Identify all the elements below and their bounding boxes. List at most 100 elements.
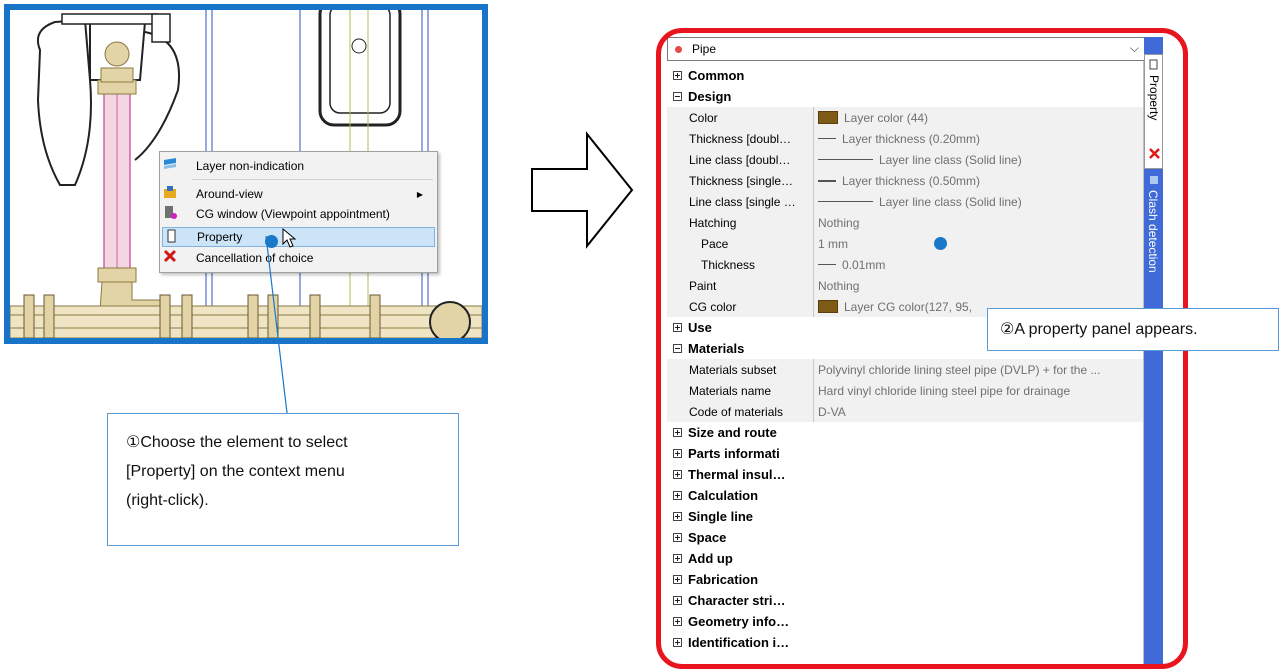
expand-icon[interactable] [673, 554, 682, 563]
property-name: CG color [689, 299, 737, 314]
category-thermal-insulation[interactable]: Thermal insul… [667, 464, 1143, 485]
right-arrow-icon [531, 131, 634, 249]
panel-marker-dot [934, 237, 947, 250]
callout-step-1: ①Choose the element to select [Property]… [107, 413, 459, 546]
property-row-thickness-double[interactable]: Thickness [doubl… Layer thickness (0.20m… [667, 128, 1143, 149]
property-value: Nothing [818, 215, 860, 230]
property-name: Materials name [689, 383, 772, 398]
line-sample [818, 179, 836, 182]
expand-icon[interactable] [673, 575, 682, 584]
expand-icon[interactable] [673, 533, 682, 542]
property-name: Paint [689, 278, 717, 293]
property-name: Thickness [701, 257, 756, 272]
line-sample [818, 138, 836, 139]
property-name: Color [689, 110, 718, 125]
property-row-materials-name[interactable]: Materials name Hard vinyl chloride linin… [667, 380, 1143, 401]
column-divider [813, 107, 814, 317]
category-label: Materials [688, 341, 745, 356]
category-label: Add up [688, 551, 733, 566]
tab-label: Clash detection [1146, 190, 1160, 273]
chevron-down-icon[interactable]: ⌵ [1130, 41, 1139, 56]
property-row-color[interactable]: Color Layer color (44) [667, 107, 1143, 128]
category-label: Use [688, 320, 712, 335]
property-row-lineclass-double[interactable]: Line class [doubl… Layer line class (Sol… [667, 149, 1143, 170]
property-value: 0.01mm [842, 257, 886, 272]
property-name: Hatching [689, 215, 737, 230]
property-name: Line class [single … [689, 194, 796, 209]
category-add-up[interactable]: Add up [667, 548, 1143, 569]
property-name: Code of materials [689, 404, 784, 419]
property-name: Materials subset [689, 362, 777, 377]
category-label: Design [688, 89, 732, 104]
close-icon[interactable] [1148, 147, 1161, 160]
expand-icon[interactable] [673, 512, 682, 521]
expand-icon[interactable] [673, 491, 682, 500]
category-identification-info[interactable]: Identification i… [667, 632, 1143, 653]
category-label: Fabrication [688, 572, 759, 587]
property-row-paint[interactable]: Paint Nothing [667, 275, 1143, 296]
property-name: Pace [701, 236, 729, 251]
category-label: Calculation [688, 488, 759, 503]
property-row-pace[interactable]: Pace 1 mm [667, 233, 1143, 254]
expand-icon[interactable] [673, 323, 682, 332]
expand-icon[interactable] [673, 596, 682, 605]
tab-property[interactable]: Property [1144, 54, 1163, 169]
line-sample [818, 264, 836, 265]
callout-step-2: ②A property panel appears. [987, 308, 1279, 351]
property-value: Nothing [818, 278, 860, 293]
category-label: Single line [688, 509, 754, 524]
color-swatch [818, 111, 838, 124]
category-label: Parts informati [688, 446, 780, 461]
column-divider [813, 359, 814, 422]
category-parts-information[interactable]: Parts informati [667, 443, 1143, 464]
expand-icon[interactable] [673, 638, 682, 647]
property-row-lineclass-single[interactable]: Line class [single … Layer line class (S… [667, 191, 1143, 212]
category-calculation[interactable]: Calculation [667, 485, 1143, 506]
category-character-string[interactable]: Character stri… [667, 590, 1143, 611]
category-size-and-route[interactable]: Size and route [667, 422, 1143, 443]
property-row-code-of-materials[interactable]: Code of materials D-VA [667, 401, 1143, 422]
property-value: Layer thickness (0.50mm) [842, 173, 981, 188]
line-sample [818, 201, 873, 202]
property-row-hatch-thickness[interactable]: Thickness 0.01mm [667, 254, 1143, 275]
property-value: D-VA [818, 404, 846, 419]
property-row-materials-subset[interactable]: Materials subset Polyvinyl chloride lini… [667, 359, 1143, 380]
line-sample [818, 159, 873, 160]
category-common[interactable]: Common [667, 65, 1143, 86]
property-value: Layer line class (Solid line) [879, 152, 1022, 167]
pipe-dot-icon [675, 45, 682, 53]
category-geometry-info[interactable]: Geometry info… [667, 611, 1143, 632]
property-value: Layer CG color(127, 95, [844, 299, 973, 314]
property-row-thickness-single[interactable]: Thickness [single… Layer thickness (0.50… [667, 170, 1143, 191]
category-space[interactable]: Space [667, 527, 1143, 548]
property-value: Layer color (44) [844, 110, 929, 125]
property-value: Layer line class (Solid line) [879, 194, 1022, 209]
category-design[interactable]: Design [667, 86, 1143, 107]
property-row-hatching[interactable]: Hatching Nothing [667, 212, 1143, 233]
category-fabrication[interactable]: Fabrication [667, 569, 1143, 590]
color-swatch [818, 300, 838, 313]
category-label: Common [688, 68, 745, 83]
category-label: Geometry info… [688, 614, 790, 629]
element-type-selector[interactable]: Pipe ⌵ [667, 37, 1145, 61]
callout-text: [Property] on the context menu [126, 463, 345, 480]
property-grid: Common Design Color Layer color (44) Thi… [667, 63, 1143, 669]
expand-icon[interactable] [673, 449, 682, 458]
property-value: 1 mm [818, 236, 848, 251]
property-value: Polyvinyl chloride lining steel pipe (DV… [818, 362, 1101, 377]
property-tab-icon [1149, 59, 1158, 70]
expand-icon[interactable] [673, 470, 682, 479]
category-label: Space [688, 530, 727, 545]
property-name: Thickness [single… [689, 173, 794, 188]
category-single-line[interactable]: Single line [667, 506, 1143, 527]
category-label: Character stri… [688, 593, 786, 608]
expand-icon[interactable] [673, 428, 682, 437]
property-value: Layer thickness (0.20mm) [842, 131, 981, 146]
property-value: Hard vinyl chloride lining steel pipe fo… [818, 383, 1071, 398]
expand-icon[interactable] [673, 617, 682, 626]
collapse-icon[interactable] [673, 344, 682, 353]
property-name: Thickness [doubl… [689, 131, 792, 146]
collapse-icon[interactable] [673, 92, 682, 101]
category-label: Identification i… [688, 635, 790, 650]
expand-icon[interactable] [673, 71, 682, 80]
